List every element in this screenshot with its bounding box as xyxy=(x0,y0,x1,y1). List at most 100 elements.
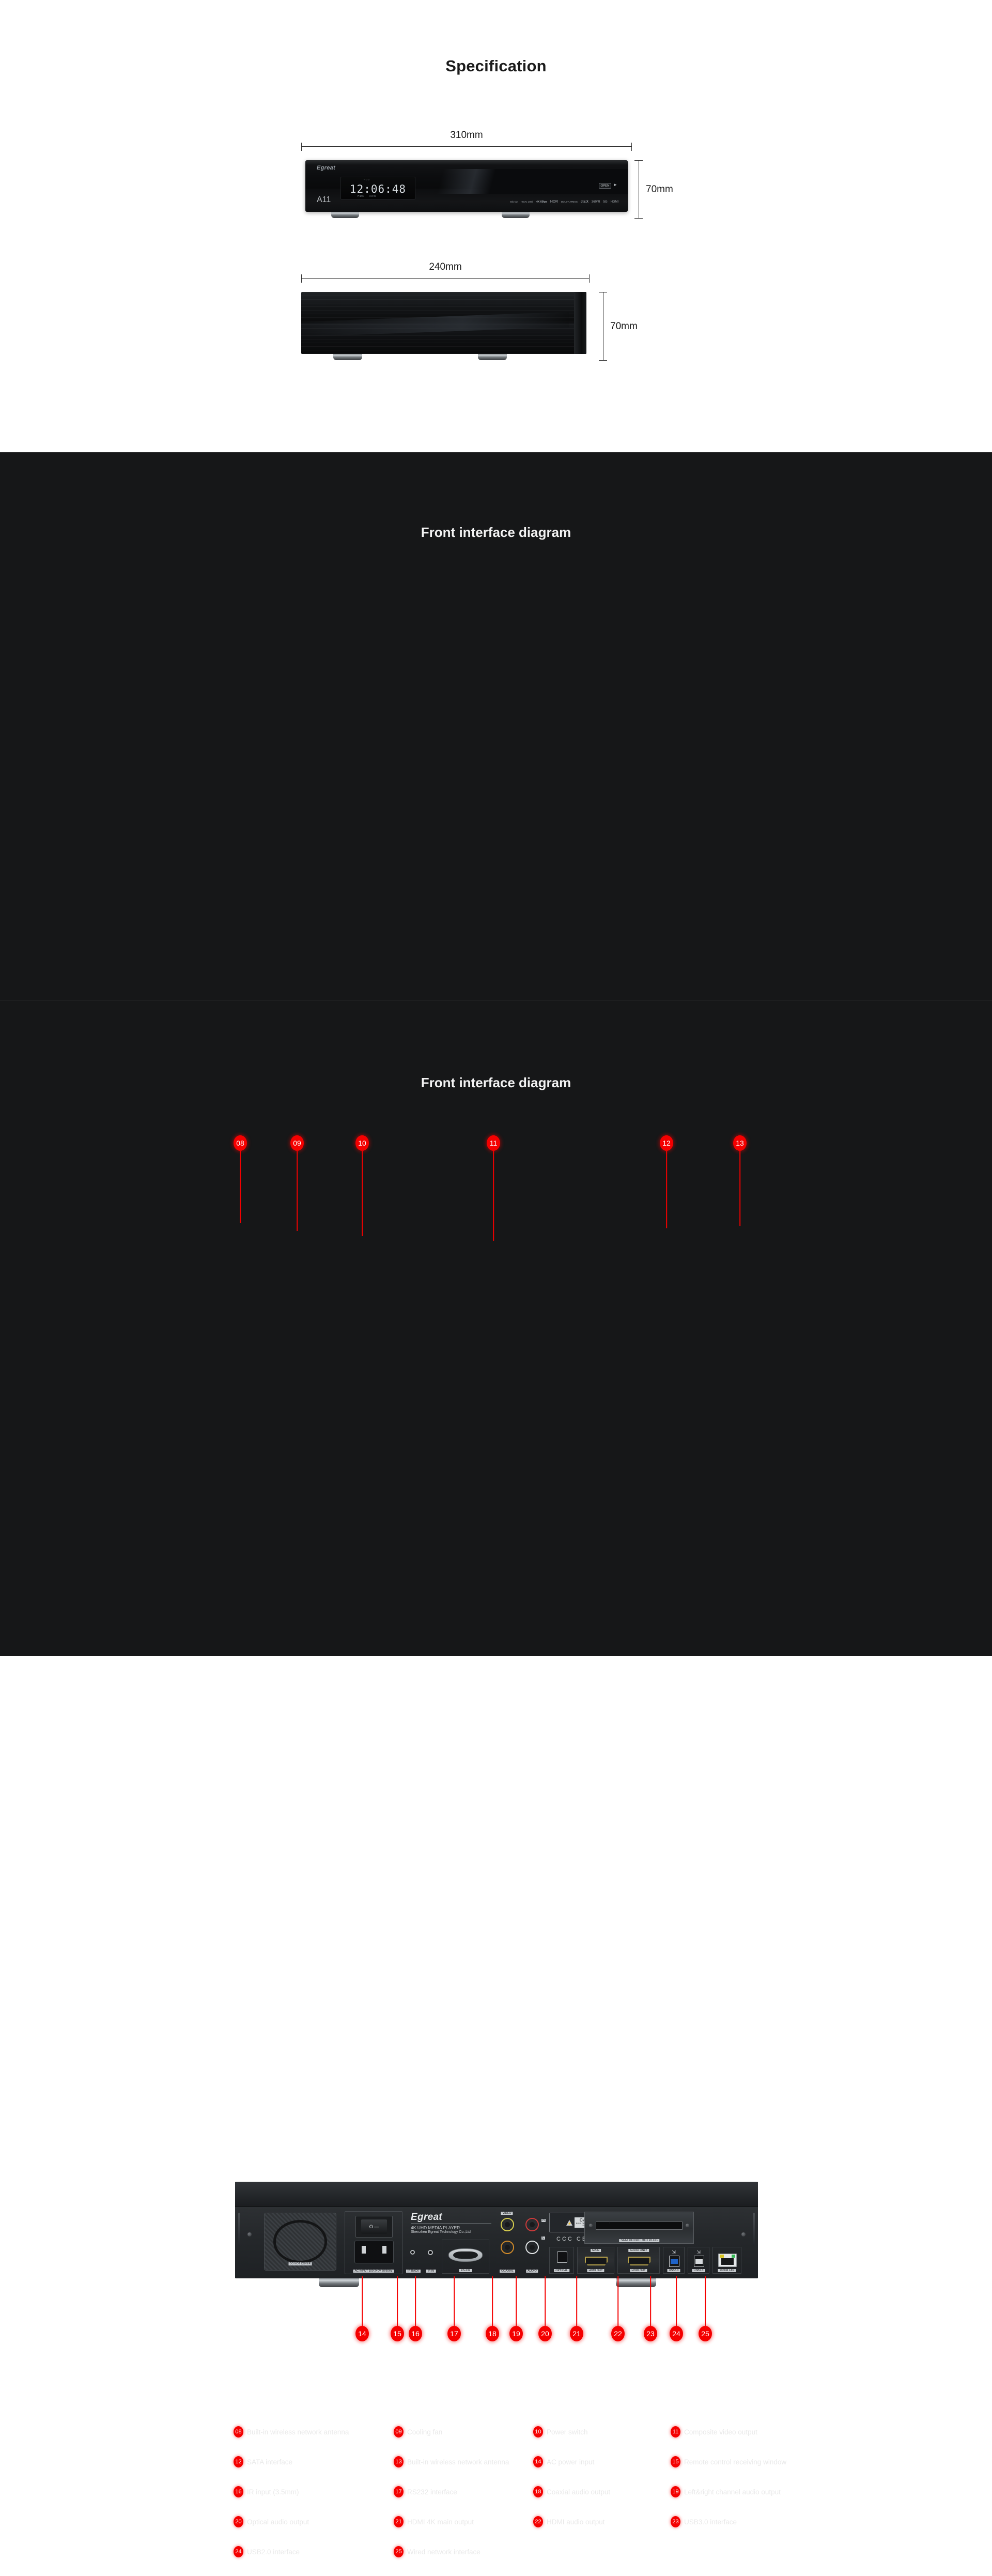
front-view-dimension-block: 310mm Egreat HDD 12:06:48 HDR RAW OPEN ►… xyxy=(301,130,673,227)
sata-interface-bay: SATA DO NOT HOT PLUG xyxy=(584,2212,694,2244)
side-view-dimension-block: 240mm 70mm xyxy=(301,261,638,369)
rear-legend-row-1: 08 Built-in wireless network antenna 09 … xyxy=(0,2426,992,2456)
power-inlet-group: O — AC INPUT 100-240V 50/60Hz xyxy=(345,2211,402,2274)
channel-l-label: L xyxy=(541,2236,546,2240)
usb30-label: USB3.0 xyxy=(667,2269,680,2272)
side-panel-gloss xyxy=(301,312,569,337)
legend-num-24: 24 xyxy=(234,2546,243,2557)
hdmi-main-tag: MAIN xyxy=(591,2249,601,2252)
usb20-label: USB2.0 xyxy=(692,2269,705,2272)
logo-dtsx: dts:X xyxy=(580,200,588,204)
callout-08-bubble[interactable]: 08 xyxy=(234,1135,247,1151)
ir-in-jack xyxy=(428,2250,433,2255)
legend-text-23: USB3.0 interface xyxy=(684,2518,737,2526)
front-foot-left xyxy=(331,212,359,218)
logo-5g: 5G xyxy=(603,200,608,204)
callout-17-stem xyxy=(454,2276,455,2326)
callout-15-stem xyxy=(397,2276,398,2326)
section-divider-top xyxy=(0,452,992,453)
coaxial-audio-jack xyxy=(501,2241,514,2254)
callout-19-bubble[interactable]: 19 xyxy=(509,2326,523,2341)
wifi-antenna-left xyxy=(238,2213,240,2246)
rear-interface-section: Front interface diagram 08 09 10 11 12 1… xyxy=(0,1000,992,2557)
legend-text-24: USB2.0 interface xyxy=(247,2548,300,2556)
legend-num-22: 22 xyxy=(533,2516,543,2527)
shock-hazard-icon: ⚡ xyxy=(566,2219,572,2226)
legend-text-25: Wired network interface xyxy=(407,2548,481,2556)
product-line-label: 4K UHD MEDIA PLAYER xyxy=(411,2225,460,2230)
rear-legend-row-3: 16 IR input (3.5mm) 17 RS232 interface 1… xyxy=(0,2486,992,2516)
callout-23-bubble[interactable]: 23 xyxy=(644,2326,657,2341)
brand-logo: Egreat xyxy=(317,165,336,171)
callout-13-stem xyxy=(739,1151,740,1226)
callout-10-bubble[interactable]: 10 xyxy=(355,1135,369,1151)
callout-12-bubble[interactable]: 12 xyxy=(660,1135,673,1151)
callout-21-stem xyxy=(576,2276,577,2326)
sata-slot xyxy=(596,2222,683,2230)
ethernet-port xyxy=(718,2254,737,2267)
usb30-port xyxy=(669,2256,679,2267)
open-button[interactable]: OPEN xyxy=(599,183,611,189)
callout-22-bubble[interactable]: 22 xyxy=(611,2326,625,2341)
callout-14-bubble[interactable]: 14 xyxy=(355,2326,369,2341)
callout-17-bubble[interactable]: 17 xyxy=(447,2326,461,2341)
legend-item-18: 18 Coaxial audio output xyxy=(533,2486,610,2497)
rs232-connector xyxy=(448,2248,483,2262)
rs232-label: RS-232 xyxy=(459,2269,472,2272)
callout-21-bubble[interactable]: 21 xyxy=(570,2326,583,2341)
callout-10-stem xyxy=(362,1151,363,1236)
callout-16-bubble[interactable]: 16 xyxy=(409,2326,422,2341)
callout-22-stem xyxy=(617,2276,618,2326)
legend-num-17: 17 xyxy=(394,2486,404,2497)
power-switch[interactable]: O — xyxy=(355,2216,393,2238)
callout-24-bubble[interactable]: 24 xyxy=(670,2326,683,2341)
legend-item-21: 21 HDMI 4K main output xyxy=(394,2516,474,2527)
width-dimension-label: 310mm xyxy=(450,130,483,141)
optical-label: OPTICAL xyxy=(554,2269,569,2272)
callout-15-bubble[interactable]: 15 xyxy=(391,2326,404,2341)
callout-09-bubble[interactable]: 09 xyxy=(290,1135,304,1151)
logo-bluray: Blu-ray xyxy=(510,200,518,203)
callout-18-stem xyxy=(492,2276,493,2326)
sata-screw-right xyxy=(686,2224,689,2227)
legend-num-08: 08 xyxy=(234,2426,243,2438)
sata-screw-left xyxy=(589,2224,593,2227)
vfd-time: 12:06:48 xyxy=(349,183,407,195)
callout-14-stem xyxy=(362,2276,363,2326)
channel-r-label: R xyxy=(541,2219,546,2222)
usb30-insert xyxy=(671,2259,678,2264)
ir-in-label: IR IN xyxy=(426,2270,436,2273)
legend-item-22: 22 HDMI audio output xyxy=(533,2516,605,2527)
legend-item-24: 24 USB2.0 interface xyxy=(234,2546,300,2557)
model-name: A11 xyxy=(317,195,331,204)
legend-text-14: AC power input xyxy=(547,2458,595,2466)
legend-num-18: 18 xyxy=(533,2486,543,2497)
sata-warning-label: SATA DO NOT HOT PLUG xyxy=(619,2239,659,2242)
callout-20-bubble[interactable]: 20 xyxy=(538,2326,552,2341)
callout-20-stem xyxy=(545,2276,546,2326)
lan-led-left xyxy=(720,2255,724,2258)
rear-interface-title: Front interface diagram xyxy=(421,1075,571,1090)
usb-icon-30: ⇲ xyxy=(672,2249,676,2255)
callout-13-bubble[interactable]: 13 xyxy=(733,1135,747,1151)
hdmi-main-port xyxy=(585,2257,608,2265)
legend-item-16: 16 IR input (3.5mm) xyxy=(234,2486,299,2497)
legend-num-13: 13 xyxy=(394,2456,404,2467)
hdmi-main-label: HDMI OUT xyxy=(587,2269,605,2272)
power-switch-rocker[interactable]: O — xyxy=(361,2219,388,2234)
rear-legend-row-5: 24 USB2.0 interface 25 Wired network int… xyxy=(0,2546,992,2576)
callout-25-stem xyxy=(705,2276,706,2326)
ir-back-jack xyxy=(410,2250,415,2255)
legend-text-20: Optical audio output xyxy=(247,2518,309,2526)
callout-18-bubble[interactable]: 18 xyxy=(486,2326,499,2341)
legend-num-10: 10 xyxy=(533,2426,543,2438)
callout-25-bubble[interactable]: 25 xyxy=(699,2326,712,2341)
vfd-hdd-indicator: HDD xyxy=(364,178,370,181)
legend-num-20: 20 xyxy=(234,2516,243,2527)
optical-toslink-port xyxy=(557,2251,567,2263)
callout-11-bubble[interactable]: 11 xyxy=(487,1135,500,1151)
rear-brand-logo: Egreat xyxy=(411,2212,442,2223)
legend-text-10: Power switch xyxy=(547,2428,588,2436)
eject-arrow-icon: ► xyxy=(613,182,617,187)
legend-text-21: HDMI 4K main output xyxy=(407,2518,474,2526)
